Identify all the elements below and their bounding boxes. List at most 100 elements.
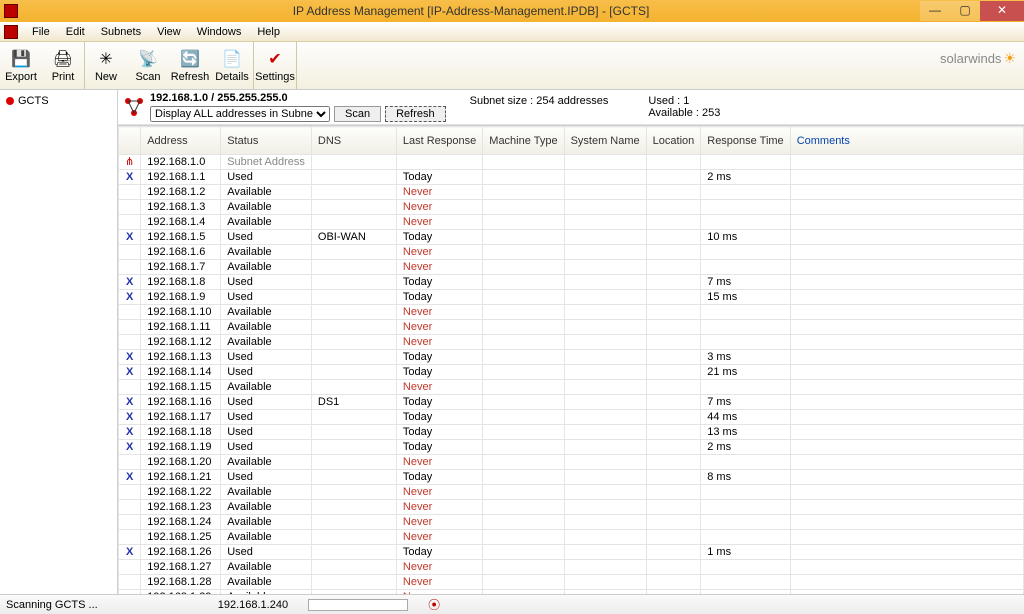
col-system-name[interactable]: System Name (564, 127, 646, 155)
cell-machine (483, 230, 564, 245)
col-response-time[interactable]: Response Time (701, 127, 790, 155)
table-row[interactable]: 192.168.1.2AvailableNever (119, 185, 1024, 200)
col-machine-type[interactable]: Machine Type (483, 127, 564, 155)
cell-response-time: 44 ms (701, 410, 790, 425)
table-row[interactable]: X192.168.1.1UsedToday2 ms (119, 170, 1024, 185)
maximize-button[interactable]: ▢ (950, 1, 980, 21)
cell-system (564, 590, 646, 595)
cell-system (564, 275, 646, 290)
table-row[interactable]: X192.168.1.9UsedToday15 ms (119, 290, 1024, 305)
subnet-refresh-button[interactable]: Refresh (385, 106, 446, 122)
table-row[interactable]: X192.168.1.8UsedToday7 ms (119, 275, 1024, 290)
cell-system (564, 500, 646, 515)
col-status[interactable]: Status (221, 127, 312, 155)
col-comments[interactable]: Comments (790, 127, 1023, 155)
cell-location (646, 470, 701, 485)
cell-location (646, 335, 701, 350)
table-row[interactable]: 192.168.1.15AvailableNever (119, 380, 1024, 395)
menu-edit[interactable]: Edit (58, 22, 93, 42)
table-row[interactable]: X192.168.1.18UsedToday13 ms (119, 425, 1024, 440)
col-icon[interactable] (119, 127, 141, 155)
tree-root[interactable]: GCTS (4, 94, 113, 108)
refresh-button[interactable]: 🔄Refresh (169, 42, 211, 89)
table-row[interactable]: X192.168.1.5UsedOBI-WANToday10 ms (119, 230, 1024, 245)
menu-windows[interactable]: Windows (189, 22, 250, 42)
cell-machine (483, 365, 564, 380)
details-button[interactable]: 📄Details (211, 42, 253, 89)
table-row[interactable]: X192.168.1.21UsedToday8 ms (119, 470, 1024, 485)
cell-last-response: Today (396, 365, 482, 380)
cell-response-time: 2 ms (701, 170, 790, 185)
table-row[interactable]: 192.168.1.4AvailableNever (119, 215, 1024, 230)
table-row[interactable]: 192.168.1.6AvailableNever (119, 245, 1024, 260)
address-table-wrap[interactable]: Address Status DNS Last Response Machine… (118, 125, 1024, 594)
address-filter-select[interactable]: Display ALL addresses in Subnet (150, 106, 330, 122)
new-button[interactable]: ✳New (85, 42, 127, 89)
scan-label: Scan (135, 71, 160, 83)
table-row[interactable]: 192.168.1.23AvailableNever (119, 500, 1024, 515)
minimize-button[interactable]: — (920, 1, 950, 21)
cell-dns (311, 335, 396, 350)
cell-system (564, 245, 646, 260)
col-last-response[interactable]: Last Response (396, 127, 482, 155)
cell-response-time: 13 ms (701, 425, 790, 440)
cell-dns (311, 365, 396, 380)
menu-subnets[interactable]: Subnets (93, 22, 149, 42)
scan-button[interactable]: 📡Scan (127, 42, 169, 89)
table-row[interactable]: X192.168.1.26UsedToday1 ms (119, 545, 1024, 560)
col-location[interactable]: Location (646, 127, 701, 155)
table-row[interactable]: 192.168.1.25AvailableNever (119, 530, 1024, 545)
cell-status: Used (221, 230, 312, 245)
cell-machine (483, 200, 564, 215)
table-row[interactable]: X192.168.1.14UsedToday21 ms (119, 365, 1024, 380)
menu-help[interactable]: Help (249, 22, 288, 42)
cell-address: 192.168.1.26 (141, 545, 221, 560)
titlebar: IP Address Management [IP-Address-Manage… (0, 0, 1024, 22)
table-row[interactable]: 192.168.1.10AvailableNever (119, 305, 1024, 320)
table-row[interactable]: 192.168.1.24AvailableNever (119, 515, 1024, 530)
cell-response-time (701, 215, 790, 230)
col-address[interactable]: Address (141, 127, 221, 155)
table-row[interactable]: ⋔192.168.1.0Subnet Address (119, 155, 1024, 170)
settings-button[interactable]: ✔Settings (254, 42, 296, 89)
cell-address: 192.168.1.3 (141, 200, 221, 215)
cell-dns (311, 470, 396, 485)
menu-file[interactable]: File (24, 22, 58, 42)
print-button[interactable]: 🖨Print (42, 42, 84, 89)
close-button[interactable]: ✕ (980, 1, 1024, 21)
status-scanning: Scanning GCTS ... (6, 599, 98, 611)
row-icon: ⋔ (119, 155, 141, 170)
cell-last-response: Never (396, 185, 482, 200)
cell-last-response: Never (396, 485, 482, 500)
cell-comments (790, 545, 1023, 560)
cell-last-response: Never (396, 560, 482, 575)
table-row[interactable]: 192.168.1.22AvailableNever (119, 485, 1024, 500)
table-row[interactable]: 192.168.1.27AvailableNever (119, 560, 1024, 575)
col-dns[interactable]: DNS (311, 127, 396, 155)
cell-machine (483, 515, 564, 530)
table-row[interactable]: 192.168.1.28AvailableNever (119, 575, 1024, 590)
table-row[interactable]: X192.168.1.19UsedToday2 ms (119, 440, 1024, 455)
cell-last-response: Today (396, 170, 482, 185)
table-row[interactable]: X192.168.1.13UsedToday3 ms (119, 350, 1024, 365)
table-row[interactable]: 192.168.1.20AvailableNever (119, 455, 1024, 470)
cell-comments (790, 350, 1023, 365)
cell-status: Available (221, 305, 312, 320)
table-row[interactable]: 192.168.1.11AvailableNever (119, 320, 1024, 335)
cell-response-time: 3 ms (701, 350, 790, 365)
table-row[interactable]: X192.168.1.16UsedDS1Today7 ms (119, 395, 1024, 410)
stop-icon[interactable]: ⦿ (428, 596, 440, 613)
table-row[interactable]: 192.168.1.7AvailableNever (119, 260, 1024, 275)
subnet-scan-button[interactable]: Scan (334, 106, 381, 122)
cell-system (564, 470, 646, 485)
cell-comments (790, 500, 1023, 515)
export-button[interactable]: 💾Export (0, 42, 42, 89)
table-row[interactable]: 192.168.1.29AvailableNever (119, 590, 1024, 595)
menu-view[interactable]: View (149, 22, 189, 42)
table-row[interactable]: 192.168.1.3AvailableNever (119, 200, 1024, 215)
cell-comments (790, 305, 1023, 320)
cell-last-response: Today (396, 470, 482, 485)
table-row[interactable]: X192.168.1.17UsedToday44 ms (119, 410, 1024, 425)
table-row[interactable]: 192.168.1.12AvailableNever (119, 335, 1024, 350)
refresh-label: Refresh (171, 71, 210, 83)
